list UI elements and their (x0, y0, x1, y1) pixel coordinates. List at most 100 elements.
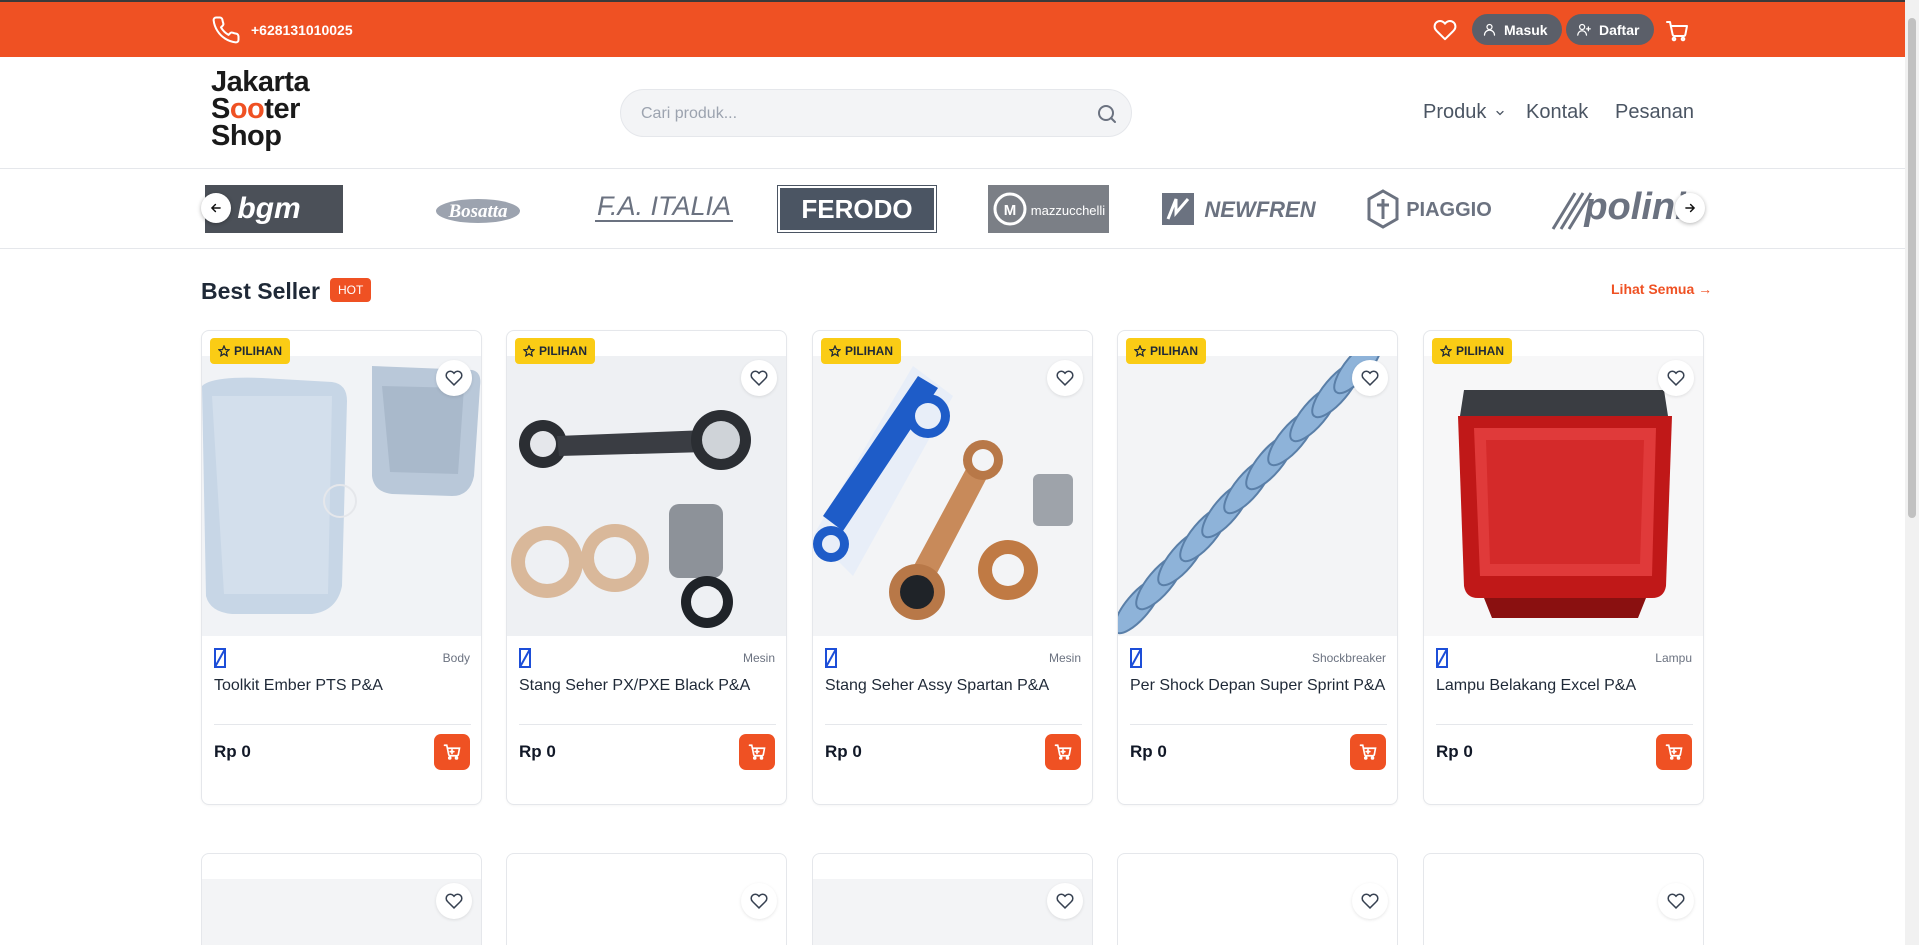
brand-logo-newfren[interactable]: NEWFREN (1162, 184, 1322, 234)
nav-produk-label: Produk (1423, 101, 1487, 123)
cart-icon (1666, 21, 1688, 42)
logo-line-3: Shop (211, 120, 282, 152)
product-card[interactable]: PILIHAN Body Toolkit Ember PTS P&A Rp 0 (201, 330, 482, 805)
card-divider (1130, 724, 1387, 725)
user-icon (1483, 23, 1496, 36)
search-icon[interactable] (1095, 102, 1119, 126)
site-logo[interactable]: Jakarta Sooter Shop (211, 66, 310, 152)
add-to-wishlist-button[interactable] (1047, 360, 1083, 396)
heart-icon (445, 370, 463, 386)
product-name[interactable]: Lampu Belakang Excel P&A (1436, 677, 1636, 695)
product-image[interactable] (1424, 356, 1703, 636)
add-to-cart-button[interactable] (1045, 734, 1081, 770)
product-name[interactable]: Stang Seher PX/PXE Black P&A (519, 677, 750, 695)
product-card[interactable] (1423, 853, 1704, 945)
product-card[interactable]: PILIHAN Mesin Stang Seher Assy Spartan P… (812, 330, 1093, 805)
product-card[interactable] (506, 853, 787, 945)
heart-icon (1056, 893, 1074, 909)
brand-logo-text: bgm (237, 192, 300, 225)
product-card[interactable]: PILIHAN Lampu Lampu Belakang Excel P&A R… (1423, 330, 1704, 805)
brand-logo-text: NEWFREN (1204, 197, 1316, 222)
add-to-cart-button[interactable] (1656, 734, 1692, 770)
featured-badge-label: PILIHAN (845, 344, 893, 358)
brand-logo-ferodo[interactable]: FERODO (777, 184, 937, 234)
page-scrollbar[interactable] (1905, 0, 1919, 945)
featured-badge: PILIHAN (210, 338, 290, 364)
heart-icon (1433, 20, 1457, 41)
card-divider (1436, 724, 1693, 725)
add-to-wishlist-button[interactable] (741, 883, 777, 919)
product-image[interactable] (813, 356, 1092, 636)
add-to-cart-button[interactable] (739, 734, 775, 770)
brand-logo-fa-italia[interactable]: F.A. ITALIA (591, 184, 737, 234)
add-to-wishlist-button[interactable] (741, 360, 777, 396)
phone-icon (212, 16, 240, 44)
section-title: Best Seller (201, 278, 320, 304)
brand-logo-text: Bosatta (447, 201, 508, 222)
add-to-wishlist-button[interactable] (436, 883, 472, 919)
register-button[interactable]: Daftar (1566, 14, 1654, 45)
star-icon (829, 345, 841, 357)
product-name[interactable]: Stang Seher Assy Spartan P&A (825, 677, 1049, 695)
wishlist-button[interactable] (1433, 18, 1457, 47)
product-price: Rp 0 (1130, 742, 1167, 761)
add-to-cart-button[interactable] (434, 734, 470, 770)
product-card[interactable]: PILIHAN Mesin Stang Seher PX/PXE Black P… (506, 330, 787, 805)
nav-pesanan[interactable]: Pesanan (1615, 101, 1694, 124)
card-divider (825, 724, 1082, 725)
add-to-wishlist-button[interactable] (1352, 360, 1388, 396)
add-to-wishlist-button[interactable] (1352, 883, 1388, 919)
nav-kontak[interactable]: Kontak (1526, 101, 1588, 124)
product-price: Rp 0 (1436, 742, 1473, 761)
add-to-wishlist-button[interactable] (1658, 883, 1694, 919)
nav-produk[interactable]: Produk (1423, 101, 1506, 124)
product-image[interactable] (507, 356, 786, 636)
product-image[interactable] (202, 356, 481, 636)
chevron-down-icon (1496, 110, 1504, 115)
search-bar (620, 89, 1132, 137)
brand-logo-polini[interactable]: polini (1551, 184, 1691, 234)
login-button[interactable]: Masuk (1472, 14, 1562, 45)
carousel-prev-button[interactable] (201, 193, 231, 223)
brand-mark-icon (214, 648, 226, 668)
see-all-link[interactable]: Lihat Semua → (1611, 281, 1712, 297)
product-card[interactable] (812, 853, 1093, 945)
brand-logo-text: mazzucchelli (1031, 203, 1106, 218)
brand-logo-mazzucchelli[interactable]: Mmazzucchelli (988, 184, 1109, 234)
cart-icon (1665, 744, 1683, 760)
logo-line-1: Jakarta (211, 66, 310, 98)
star-icon (218, 345, 230, 357)
card-divider (519, 724, 776, 725)
product-card[interactable]: PILIHAN Shockbreaker Per Shock Depan Sup… (1117, 330, 1398, 805)
cart-button[interactable] (1665, 19, 1689, 48)
product-card[interactable] (1117, 853, 1398, 945)
product-category: Mesin (742, 651, 775, 665)
product-category: Body (442, 651, 470, 665)
featured-badge: PILIHAN (1126, 338, 1206, 364)
add-to-wishlist-button[interactable] (436, 360, 472, 396)
featured-badge-label: PILIHAN (539, 344, 587, 358)
search-input[interactable] (641, 102, 1071, 126)
product-image[interactable] (1118, 356, 1397, 636)
heart-icon (1056, 370, 1074, 386)
brand-logo-bosatta[interactable]: Bosatta (428, 184, 528, 234)
product-card[interactable] (201, 853, 482, 945)
product-name[interactable]: Per Shock Depan Super Sprint P&A (1130, 677, 1385, 695)
star-icon (1440, 345, 1452, 357)
phone-contact[interactable]: +628131010025 (211, 15, 353, 45)
hot-badge: HOT (330, 278, 372, 302)
brand-mark-icon (519, 648, 531, 668)
featured-badge: PILIHAN (515, 338, 595, 364)
featured-badge: PILIHAN (821, 338, 901, 364)
arrow-left-icon (210, 203, 221, 213)
product-price: Rp 0 (519, 742, 556, 761)
product-price: Rp 0 (825, 742, 862, 761)
product-name[interactable]: Toolkit Ember PTS P&A (214, 677, 383, 695)
scrollbar-thumb[interactable] (1908, 18, 1916, 518)
add-to-cart-button[interactable] (1350, 734, 1386, 770)
brand-logo-piaggio[interactable]: PIAGGIO (1367, 184, 1501, 234)
carousel-next-button[interactable] (1675, 193, 1705, 223)
star-icon (523, 345, 535, 357)
add-to-wishlist-button[interactable] (1047, 883, 1083, 919)
add-to-wishlist-button[interactable] (1658, 360, 1694, 396)
